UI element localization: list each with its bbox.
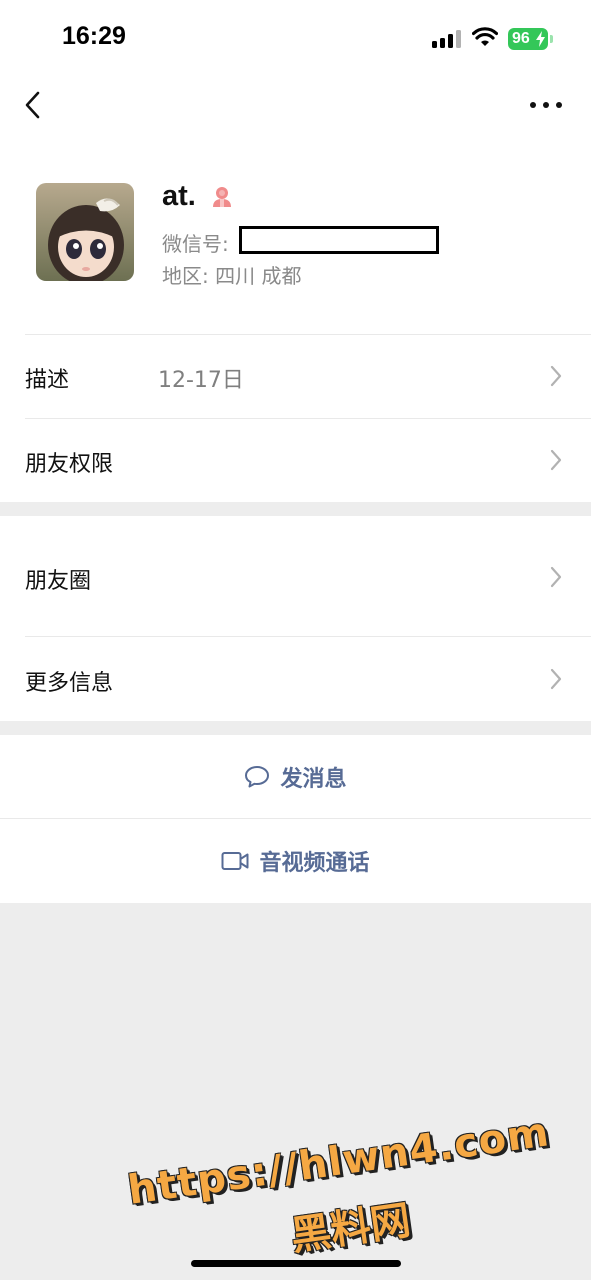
chat-bubble-icon (245, 765, 270, 787)
home-indicator[interactable] (191, 1260, 401, 1267)
chevron-left-icon[interactable] (22, 90, 44, 120)
female-icon (213, 187, 231, 207)
send-message-button[interactable]: 发消息 (0, 735, 591, 818)
divider (25, 418, 591, 419)
av-call-label: 音视频通话 (259, 850, 370, 876)
avatar[interactable] (36, 183, 134, 281)
row-description[interactable]: 描述 12-17日 (0, 334, 591, 418)
watermark: https://hlwn4.com 黑料网 (112, 1087, 577, 1280)
cellular-signal-icon (432, 30, 462, 48)
wechat-id-label: 微信号: (162, 232, 229, 256)
send-message-label: 发消息 (280, 766, 347, 792)
status-time: 16:29 (62, 22, 126, 50)
video-camera-icon (221, 851, 249, 870)
row-value: 12-17日 (158, 368, 244, 393)
wifi-icon (472, 27, 498, 46)
battery-icon: 96 (508, 28, 548, 50)
av-call-button[interactable]: 音视频通话 (0, 818, 591, 903)
divider (25, 334, 591, 335)
row-label: 描述 (25, 368, 70, 393)
battery-level: 96 (512, 30, 530, 47)
chevron-right-icon (550, 668, 562, 690)
row-more-info[interactable]: 更多信息 (0, 636, 591, 721)
row-label: 朋友权限 (25, 452, 114, 477)
row-friend-permission[interactable]: 朋友权限 (0, 418, 591, 502)
chevron-right-icon (550, 449, 562, 471)
avatar-image (36, 183, 134, 281)
contact-name: at. (162, 180, 196, 212)
profile-header: at. 微信号: 地区: 四川 成都 (0, 142, 591, 334)
chevron-right-icon (550, 365, 562, 387)
nav-bar (0, 72, 591, 142)
watermark-text: 黑料网 (288, 1197, 414, 1260)
charging-bolt-icon (536, 31, 545, 47)
more-dots-icon[interactable] (530, 102, 564, 110)
row-label: 更多信息 (25, 671, 114, 696)
row-moments[interactable]: 朋友圈 (0, 516, 591, 636)
region-text: 地区: 四川 成都 (162, 264, 302, 288)
redacted-wechat-id (239, 226, 439, 254)
battery-tip (550, 35, 553, 43)
divider (25, 636, 591, 637)
status-bar: 16:29 96 (0, 0, 591, 72)
chevron-right-icon (550, 566, 562, 588)
row-label: 朋友圈 (25, 569, 92, 594)
